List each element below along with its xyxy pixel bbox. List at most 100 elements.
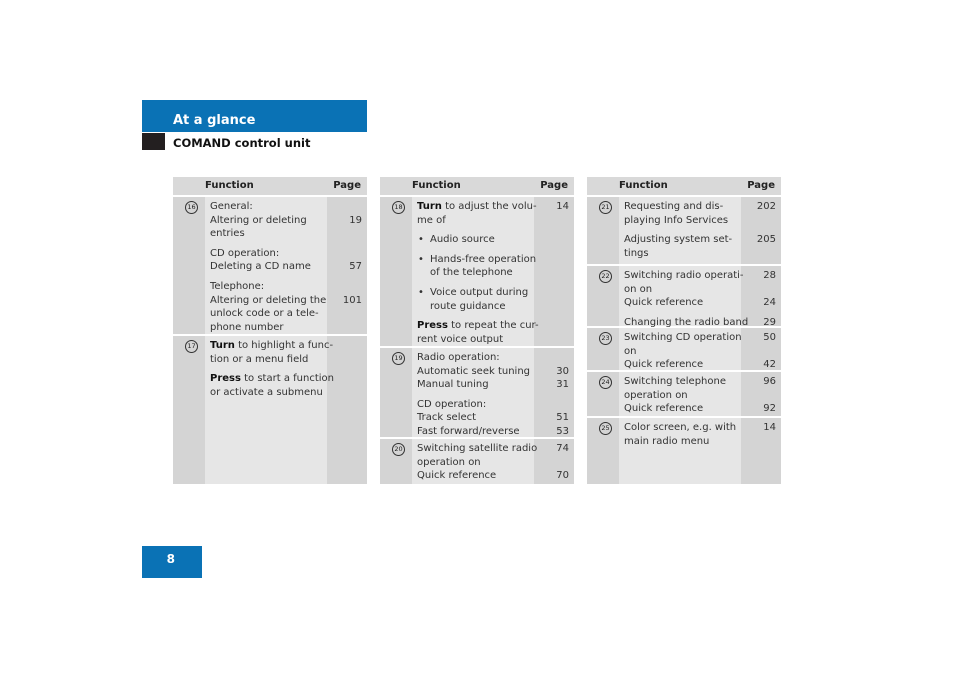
line-text-body: Radio operation: (417, 352, 500, 363)
line-text: CD operation: (417, 398, 486, 412)
line-text-body: playing Info Services (624, 214, 729, 226)
bold-keyword: Press (210, 373, 241, 385)
line-text-body: Switching telephone (624, 376, 727, 387)
line-text: entries (210, 227, 245, 241)
text-line: operation on (380, 456, 574, 470)
line-text-body: Quick reference (417, 470, 497, 482)
text-line: entries (173, 227, 367, 241)
line-text: General: (210, 200, 253, 214)
line-text: Fast forward/reverse (417, 425, 520, 439)
line-text-body: CD operation: (210, 247, 280, 259)
paragraph: Telephone: Altering or deleting the 101 unl… (173, 280, 367, 334)
column-header-page: Page (747, 180, 775, 191)
page-reference: 42 (763, 359, 776, 371)
paragraph: CD operation: Track select 51 Fast forward/… (380, 398, 574, 439)
function-cell: Turn to highlight a func-tion or a menu … (173, 336, 367, 399)
line-text: Altering or deleting the (210, 294, 326, 308)
line-text: Telephone: (210, 280, 264, 294)
paragraph: • Audio source (380, 233, 574, 247)
line-text: Switching radio operati- (624, 269, 744, 283)
paragraph: Switching radio operati- 28 on on Quick ref… (587, 269, 781, 310)
column-header-function: Function (205, 180, 254, 191)
paragraph: Press to start a function or activate a s… (173, 372, 367, 399)
page-reference: 101 (342, 294, 362, 306)
line-text-body: Altering or deleting the (210, 294, 327, 306)
line-text-body: Quick reference (624, 403, 704, 415)
text-line: Manual tuning 31 (380, 378, 574, 392)
column-header-function: Function (619, 180, 668, 191)
line-text-body: Color screen, e.g. with (624, 422, 737, 433)
line-text-body: Voice output during (430, 286, 529, 298)
bold-keyword: Press (417, 320, 448, 332)
line-text: phone number (210, 321, 284, 335)
text-line: Automatic seek tuning 30 (380, 365, 574, 379)
line-text-body: phone number (210, 321, 284, 333)
page-reference: 205 (756, 234, 776, 246)
function-table: Function Page 16 General: Altering or deleti… (173, 177, 367, 484)
page-reference: 53 (556, 425, 569, 437)
line-text-body: route guidance (430, 300, 506, 312)
page-reference: 57 (349, 261, 362, 273)
line-text-body: Switching radio operati- (624, 270, 744, 281)
line-text-body: Manual tuning (417, 379, 489, 391)
text-line: tion or a menu field (173, 353, 367, 367)
line-text: tings (624, 247, 649, 261)
column-header-page: Page (333, 180, 361, 191)
table-row: 20 Switching satellite radio 74 operation o… (380, 439, 574, 484)
line-text: Switching telephone (624, 375, 726, 389)
line-text: Switching CD operation (624, 331, 742, 345)
text-line: Telephone: (173, 280, 367, 294)
page-reference: 202 (756, 201, 776, 212)
line-text-body: unlock code or a tele- (210, 308, 319, 320)
section-header-bar: At a glance (142, 100, 367, 132)
line-text-body: Track select (417, 412, 477, 424)
line-text: Quick reference (624, 296, 703, 310)
line-text: route guidance (430, 300, 506, 314)
function-cell: Color screen, e.g. with 14 main radio menu (587, 418, 781, 448)
bullet-icon: • (418, 253, 424, 265)
line-text-body: Hands-free operation (430, 253, 537, 265)
column-header-function: Function (412, 180, 461, 191)
text-line: unlock code or a tele- (173, 307, 367, 321)
page-reference: 19 (349, 214, 362, 226)
text-line: Altering or deleting the 101 (173, 294, 367, 308)
text-line: Track select 51 (380, 411, 574, 425)
table-row: 17 Turn to highlight a func-tion or a men… (173, 336, 367, 484)
line-text: Voice output during (430, 286, 528, 300)
page-reference: 28 (763, 270, 776, 281)
bullet-icon: • (418, 234, 424, 246)
line-text-body: tings (624, 247, 649, 259)
bold-keyword: Turn (210, 340, 235, 351)
text-line: on on (587, 283, 781, 297)
paragraph: CD operation: Deleting a CD name 57 (173, 247, 367, 274)
paragraph: Switching satellite radio 74 operation on Q… (380, 442, 574, 483)
line-text: Switching satellite radio (417, 442, 537, 456)
line-text: main radio menu (624, 435, 709, 449)
line-text-body: General: (210, 201, 253, 212)
line-text-body: Requesting and dis- (624, 201, 724, 212)
text-line: General: (173, 200, 367, 214)
line-text-body: to start a function (240, 373, 334, 385)
line-text: me of (417, 214, 446, 228)
paragraph: • Voice output during route guidance (380, 286, 574, 313)
line-text: rent voice output (417, 333, 503, 347)
line-text: Manual tuning (417, 378, 489, 392)
text-line: • Voice output during (380, 286, 574, 300)
text-line: Switching satellite radio 74 (380, 442, 574, 456)
line-text: on on (624, 283, 652, 297)
text-line: Switching radio operati- 28 (587, 269, 781, 283)
text-line: on (587, 345, 781, 359)
line-text-body: Adjusting system set- (624, 234, 733, 246)
line-text-body: on on (624, 283, 653, 295)
line-text-body: to adjust the volu- (441, 201, 537, 212)
table-row: 22 Switching radio operati- 28 on on Quick r… (587, 266, 781, 328)
paragraph: Radio operation: Automatic seek tuning 30 M… (380, 351, 574, 392)
line-text: Quick reference (624, 402, 703, 416)
paragraph: Press to repeat the cur-rent voice outpu… (380, 319, 574, 346)
table-row: 19 Radio operation: Automatic seek tuning 3… (380, 348, 574, 437)
line-text: playing Info Services (624, 214, 728, 228)
table-header: Function Page (173, 177, 367, 195)
text-line: rent voice output (380, 333, 574, 347)
text-line: Quick reference 24 (587, 296, 781, 310)
line-text: unlock code or a tele- (210, 307, 319, 321)
